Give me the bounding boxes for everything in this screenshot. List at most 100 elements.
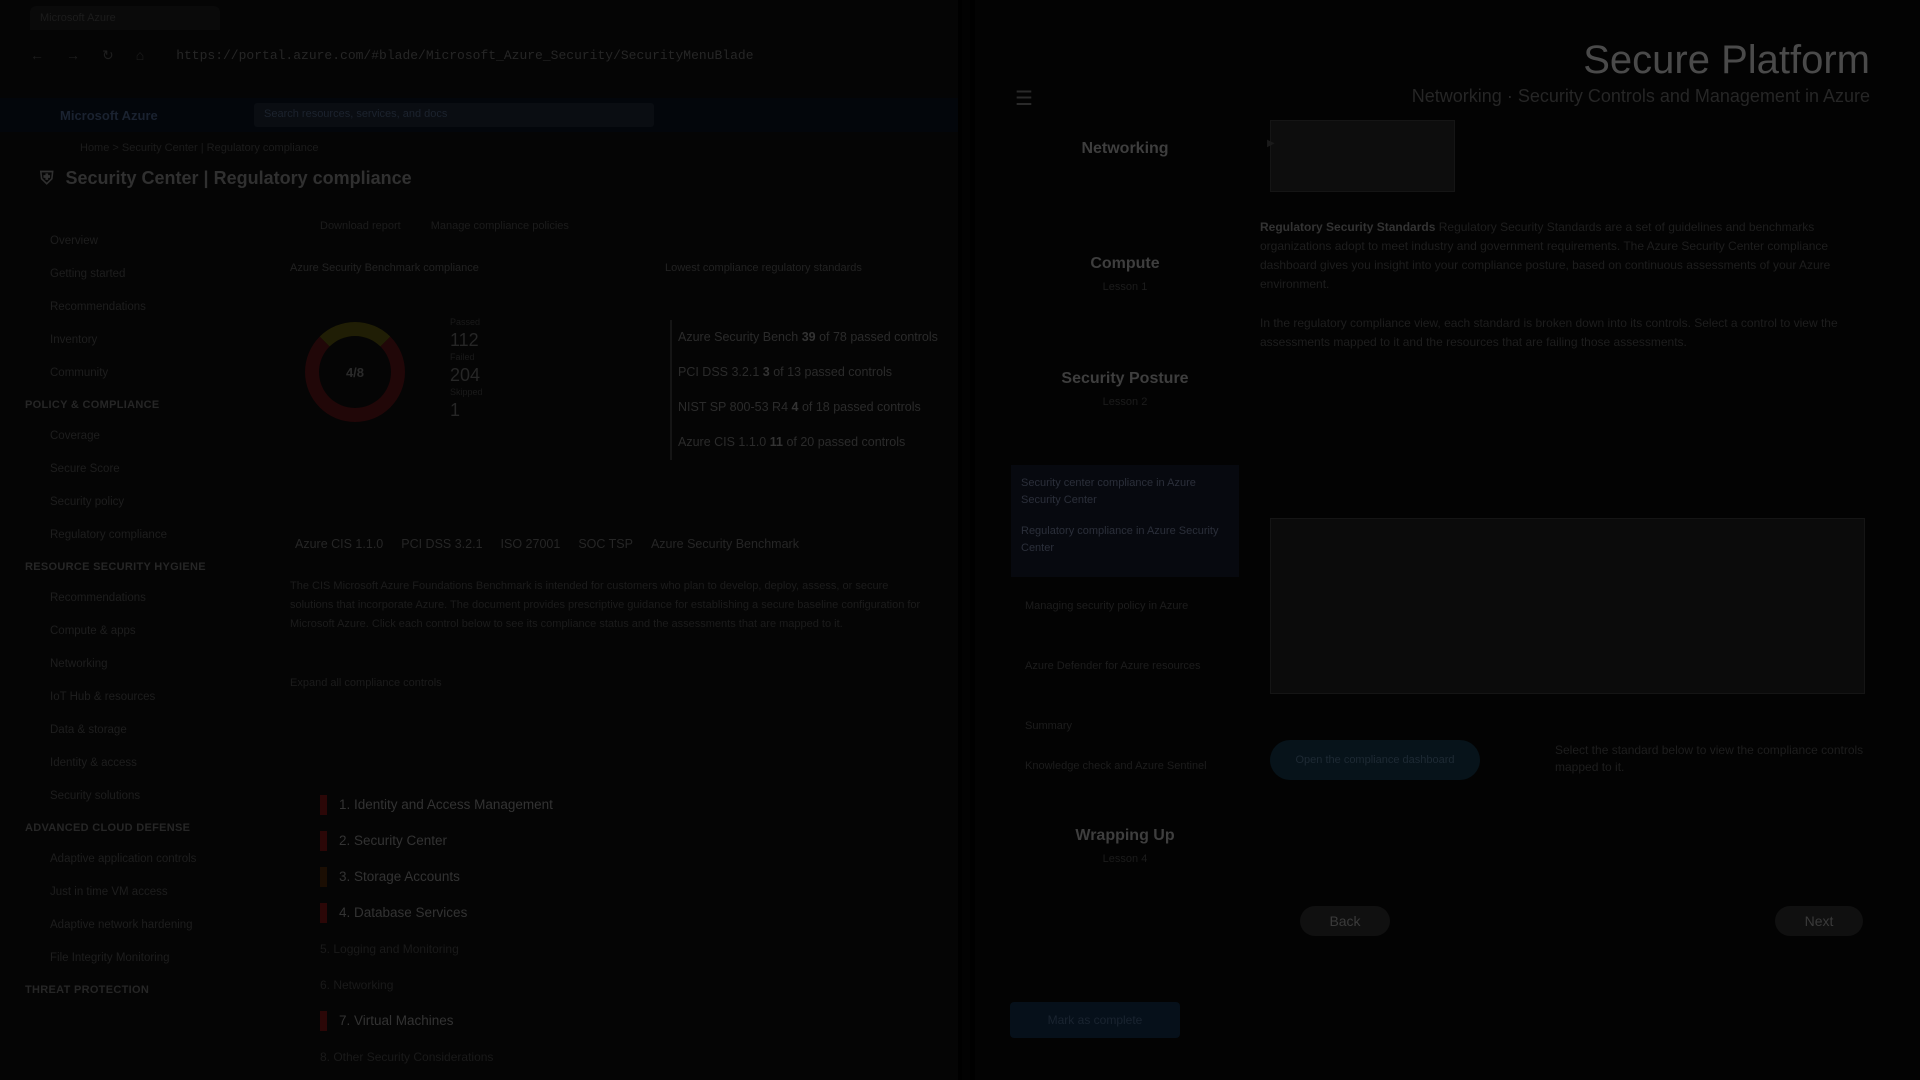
control-stats: Passed 112 Failed 204 Skipped 1 — [450, 317, 483, 422]
control-row[interactable]: 7. Virtual Machines — [320, 1003, 553, 1039]
control-row[interactable]: 6. Networking — [320, 967, 553, 1003]
control-row[interactable]: 3. Storage Accounts — [320, 859, 553, 895]
standard-row[interactable]: Azure Security Bench 39 of 78 passed con… — [678, 320, 938, 355]
back-icon[interactable]: ← — [30, 47, 44, 63]
download-report-button[interactable]: Download report — [320, 220, 401, 232]
nav-item[interactable]: Compute & apps — [0, 615, 250, 648]
nav-item[interactable]: Recommendations — [0, 291, 250, 324]
course-subtitle: Networking · Security Controls and Manag… — [1411, 86, 1870, 106]
embedded-screenshot — [1270, 518, 1865, 694]
course-window: ☰ Secure Platform Networking · Security … — [975, 0, 1920, 1080]
nav-item[interactable]: Coverage — [0, 420, 250, 453]
nav-item[interactable]: Regulatory compliance — [0, 519, 250, 552]
nav-item[interactable]: Just in time VM access — [0, 876, 250, 909]
failed-status-icon — [320, 795, 327, 815]
azure-brand[interactable]: Microsoft Azure — [60, 108, 240, 123]
home-icon[interactable]: ⌂ — [136, 47, 144, 63]
expand-all-link[interactable]: Expand all compliance controls — [290, 674, 930, 693]
failed-status-icon — [320, 1011, 327, 1031]
lesson-link[interactable]: Knowledge check and Azure Sentinel — [1025, 757, 1225, 817]
nav-section-heading: POLICY & COMPLIANCE — [25, 399, 160, 411]
module-item[interactable]: Security Posture Lesson 2 — [1025, 370, 1225, 465]
stat-skipped: Skipped 1 — [450, 387, 483, 420]
next-button[interactable]: Next — [1775, 906, 1863, 936]
menu-icon[interactable]: ☰ — [1015, 86, 1033, 111]
nav-item[interactable]: Networking — [0, 648, 250, 681]
tab-standard[interactable]: ISO 27001 — [501, 537, 561, 551]
nav-item[interactable]: Identity & access — [0, 747, 250, 780]
card-title: Azure Security Benchmark compliance — [290, 262, 479, 274]
lesson-heading: Regulatory Security Standards — [1260, 220, 1436, 234]
mark-complete-button[interactable]: Mark as complete — [1010, 1002, 1180, 1038]
control-row[interactable]: 8. Other Security Considerations — [320, 1039, 553, 1075]
nav-section-heading: RESOURCE SECURITY HYGIENE — [25, 561, 206, 573]
lesson-link-active[interactable]: Regulatory compliance in Azure Security … — [1021, 523, 1229, 557]
active-lessons: Security center compliance in Azure Secu… — [1011, 465, 1239, 577]
refresh-icon[interactable]: ↻ — [102, 47, 114, 64]
back-button[interactable]: Back — [1300, 906, 1390, 936]
tab-strip: Microsoft Azure — [0, 0, 958, 30]
card-title: Lowest compliance regulatory standards — [665, 262, 862, 274]
nav-item[interactable]: Secure Score — [0, 453, 250, 486]
nav-item[interactable]: IoT Hub & resources — [0, 681, 250, 714]
module-item[interactable]: Networking — [1025, 140, 1225, 255]
nav-item[interactable]: Inventory — [0, 324, 250, 357]
lesson-link-active[interactable]: Security center compliance in Azure Secu… — [1021, 475, 1229, 509]
compliance-content: Download report Manage compliance polici… — [280, 220, 958, 1064]
nav-item[interactable]: Data & storage — [0, 714, 250, 747]
open-dashboard-button[interactable]: Open the compliance dashboard — [1270, 740, 1480, 780]
blade-title-text: Security Center | Regulatory compliance — [65, 168, 412, 188]
breadcrumb[interactable]: Home > Security Center | Regulatory comp… — [80, 142, 319, 154]
standard-row[interactable]: PCI DSS 3.2.1 3 of 13 passed controls — [678, 355, 938, 390]
nav-item[interactable]: Recommendations — [0, 582, 250, 615]
lesson-link[interactable]: Summary — [1025, 717, 1225, 757]
nav-item[interactable]: File Integrity Monitoring — [0, 942, 250, 975]
control-row[interactable]: 2. Security Center — [320, 823, 553, 859]
standard-row[interactable]: Azure CIS 1.1.0 11 of 20 passed controls — [678, 425, 938, 460]
compliance-donut: 4/8 — [305, 322, 405, 422]
nav-section-heading: ADVANCED CLOUD DEFENSE — [25, 822, 191, 834]
stat-failed: Failed 204 — [450, 352, 481, 385]
content-toolbar: Download report Manage compliance polici… — [320, 220, 958, 232]
module-item[interactable]: Compute Lesson 1 — [1025, 255, 1225, 370]
nav-item[interactable]: Community — [0, 357, 250, 390]
module-sidebar: Networking Compute Lesson 1 Security Post… — [1011, 140, 1239, 942]
nav-item[interactable]: Adaptive network hardening — [0, 909, 250, 942]
nav-item[interactable]: Adaptive application controls — [0, 843, 250, 876]
lesson-link[interactable]: Azure Defender for Azure resources — [1025, 657, 1225, 717]
browser-tab[interactable]: Microsoft Azure — [30, 6, 220, 30]
nav-item[interactable]: Getting started — [0, 258, 250, 291]
play-icon: ▶ — [1267, 138, 1275, 149]
manage-policies-button[interactable]: Manage compliance policies — [431, 220, 569, 232]
module-item[interactable]: Wrapping Up Lesson 4 — [1025, 827, 1225, 942]
lesson-paragraph: In the regulatory compliance view, each … — [1260, 316, 1838, 349]
page-title: ⛨ Security Center | Regulatory complianc… — [40, 168, 412, 189]
stat-passed: Passed 112 — [450, 317, 481, 350]
nav-item[interactable]: Overview — [0, 225, 250, 258]
control-row[interactable]: 4. Database Services — [320, 895, 553, 931]
summary-cards: Azure Security Benchmark compliance Lowe… — [280, 232, 958, 1064]
standard-row[interactable]: NIST SP 800-53 R4 4 of 18 passed control… — [678, 390, 938, 425]
standard-tabs: Azure CIS 1.1.0 PCI DSS 3.2.1 ISO 27001 … — [295, 537, 799, 551]
window-divider[interactable] — [962, 0, 970, 1080]
tab-standard[interactable]: SOC TSP — [578, 537, 633, 551]
tab-standard[interactable]: Azure CIS 1.1.0 — [295, 537, 383, 551]
browser-window: Microsoft Azure ← → ↻ ⌂ https://portal.a… — [0, 0, 958, 1080]
course-title: Secure Platform — [1583, 38, 1870, 82]
standard-description: The CIS Microsoft Azure Foundations Benc… — [290, 577, 930, 693]
address-bar[interactable]: https://portal.azure.com/#blade/Microsof… — [176, 48, 753, 63]
browser-toolbar: ← → ↻ ⌂ https://portal.azure.com/#blade/… — [0, 30, 958, 80]
forward-icon[interactable]: → — [66, 47, 80, 63]
tab-standard[interactable]: Azure Security Benchmark — [651, 537, 799, 551]
azure-search-input[interactable]: Search resources, services, and docs — [254, 103, 654, 127]
nav-section-heading: THREAT PROTECTION — [25, 984, 150, 996]
security-center-nav: Overview Getting started Recommendations… — [0, 225, 250, 1005]
tab-standard[interactable]: PCI DSS 3.2.1 — [401, 537, 482, 551]
control-row[interactable]: 1. Identity and Access Management — [320, 787, 553, 823]
failed-status-icon — [320, 831, 327, 851]
control-row[interactable]: 5. Logging and Monitoring — [320, 931, 553, 967]
shield-icon: ⛨ — [40, 168, 54, 188]
lesson-link[interactable]: Managing security policy in Azure — [1025, 597, 1225, 657]
nav-item[interactable]: Security solutions — [0, 780, 250, 813]
nav-item[interactable]: Security policy — [0, 486, 250, 519]
